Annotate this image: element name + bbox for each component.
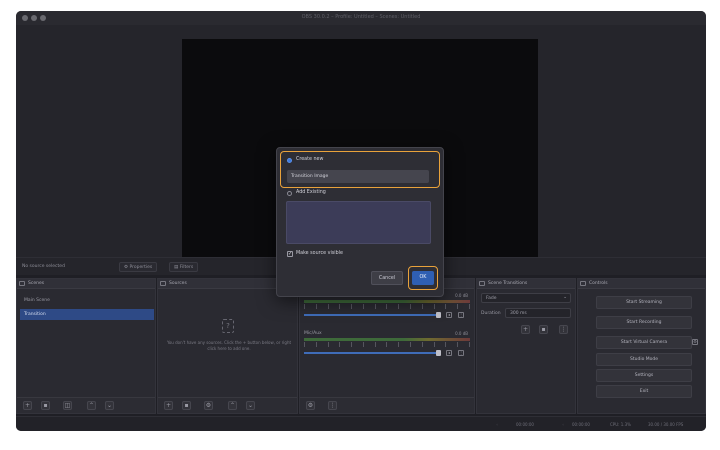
rec-time: 00:00:00 [572, 422, 590, 427]
cancel-button[interactable]: Cancel [371, 271, 403, 285]
fader-handle[interactable] [436, 312, 441, 318]
kebab-menu-icon[interactable]: ⋮ [328, 401, 337, 410]
duration-label: Duration [481, 311, 501, 316]
scene-transitions-dock: Scene Transitions Fade ⌄ Duration 300 ms… [476, 278, 576, 414]
advanced-audio-icon[interactable]: ⚙ [306, 401, 315, 410]
ok-button[interactable]: OK [412, 271, 434, 285]
fader-handle[interactable] [436, 350, 441, 356]
gear-icon[interactable]: ⚙ [692, 339, 698, 345]
scene-item-main[interactable]: Main Scene [20, 295, 154, 306]
add-transition-button[interactable]: + [521, 325, 530, 334]
question-icon: ? [222, 319, 234, 333]
sources-toolbar: + ▪ ⚙ ⌃ ⌄ [158, 397, 297, 413]
cpu-usage: CPU: 1.3% [610, 422, 631, 427]
trash-icon[interactable]: ▪ [182, 401, 191, 410]
live-time: 00:00:00 [516, 422, 534, 427]
volume-fader[interactable] [304, 352, 438, 354]
transitions-dock-header: Scene Transitions [477, 279, 575, 289]
start-virtual-camera-button[interactable]: Start Virtual Camera [596, 336, 692, 349]
exit-button[interactable]: Exit [596, 385, 692, 398]
scene-item-transition[interactable]: Transition [20, 309, 154, 320]
make-visible-label: Make source visible [296, 251, 343, 256]
mixer-channel-db: 0.0 dB [455, 331, 468, 336]
no-source-label: No source selected [22, 264, 65, 269]
meter-ticks [304, 304, 470, 309]
scenes-toolbar: + ▪ ◫ ⌃ ⌄ [17, 397, 155, 413]
make-visible-checkbox[interactable]: ✓ [287, 251, 293, 257]
source-name-input[interactable]: Transition Image [287, 170, 429, 183]
add-existing-radio[interactable] [287, 191, 292, 196]
kebab-menu-icon[interactable]: ⋮ [559, 325, 568, 334]
sources-empty-text: You don't have any sources. Click the + … [166, 340, 292, 351]
sources-dock: Sources ? You don't have any sources. Cl… [157, 278, 298, 414]
speaker-icon[interactable]: ◂ [446, 350, 452, 356]
record-indicator-icon: ◦ [562, 422, 565, 427]
create-new-radio[interactable] [287, 158, 292, 163]
volume-meter [304, 300, 470, 303]
status-bar: ◦ 00:00:00 ◦ 00:00:00 CPU: 1.3% 30.00 / … [16, 416, 706, 431]
filters-button[interactable]: ▤ Filters [169, 262, 199, 272]
speaker-icon[interactable]: ◂ [446, 312, 452, 318]
gear-icon[interactable]: ⚙ [204, 401, 213, 410]
kebab-menu-icon[interactable]: ⋮ [458, 312, 464, 318]
scene-filters-button[interactable]: ◫ [63, 401, 72, 410]
mixer-channel-db: 0.0 dB [455, 293, 468, 298]
transition-select[interactable]: Fade ⌄ [481, 293, 571, 303]
window-title: OBS 30.0.2 – Profile: Untitled – Scenes:… [301, 14, 421, 20]
studio-mode-button[interactable]: Studio Mode [596, 353, 692, 366]
stream-indicator-icon: ◦ [496, 422, 499, 427]
fps-readout: 30.00 / 30.00 FPS [648, 422, 684, 427]
add-existing-label: Add Existing [296, 190, 326, 195]
existing-sources-list[interactable] [286, 201, 431, 244]
scenes-dock: Scenes Main Scene Transition + ▪ ◫ ⌃ ⌄ [16, 278, 156, 414]
mixer-channel-name: Mic/Aux [304, 331, 322, 336]
trash-icon[interactable]: ▪ [41, 401, 50, 410]
dock-icon [479, 281, 485, 286]
meter-ticks [304, 342, 470, 347]
controls-dock-header: Controls [578, 279, 705, 289]
add-source-button[interactable]: + [164, 401, 173, 410]
properties-button[interactable]: ⚙ Properties [119, 262, 158, 272]
move-down-icon[interactable]: ⌄ [246, 401, 255, 410]
start-streaming-button[interactable]: Start Streaming [596, 296, 692, 309]
title-bar: OBS 30.0.2 – Profile: Untitled – Scenes:… [16, 11, 706, 25]
kebab-menu-icon[interactable]: ⋮ [458, 350, 464, 356]
scenes-dock-header: Scenes [17, 279, 155, 289]
create-new-label: Create new [296, 157, 324, 162]
start-recording-button[interactable]: Start Recording [596, 316, 692, 329]
add-source-dialog: Create new Transition Image Add Existing… [276, 147, 444, 297]
add-scene-button[interactable]: + [23, 401, 32, 410]
move-down-icon[interactable]: ⌄ [105, 401, 114, 410]
dock-icon [19, 281, 25, 286]
mixer-toolbar: ⚙ ⋮ [300, 397, 474, 413]
dock-icon [160, 281, 166, 286]
controls-dock: Controls Start Streaming Start Recording… [577, 278, 706, 414]
move-up-icon[interactable]: ⌃ [228, 401, 237, 410]
volume-meter [304, 338, 470, 341]
duration-input[interactable]: 300 ms [505, 308, 571, 318]
move-up-icon[interactable]: ⌃ [87, 401, 96, 410]
trash-icon[interactable]: ▪ [539, 325, 548, 334]
dock-icon [580, 281, 586, 286]
settings-button[interactable]: Settings [596, 369, 692, 382]
chevron-down-icon: ⌄ [563, 295, 567, 300]
volume-fader[interactable] [304, 314, 438, 316]
audio-mixer-dock: Audio Mixer Desktop Audio 0.0 dB ◂ ⋮ Mic… [299, 278, 475, 414]
